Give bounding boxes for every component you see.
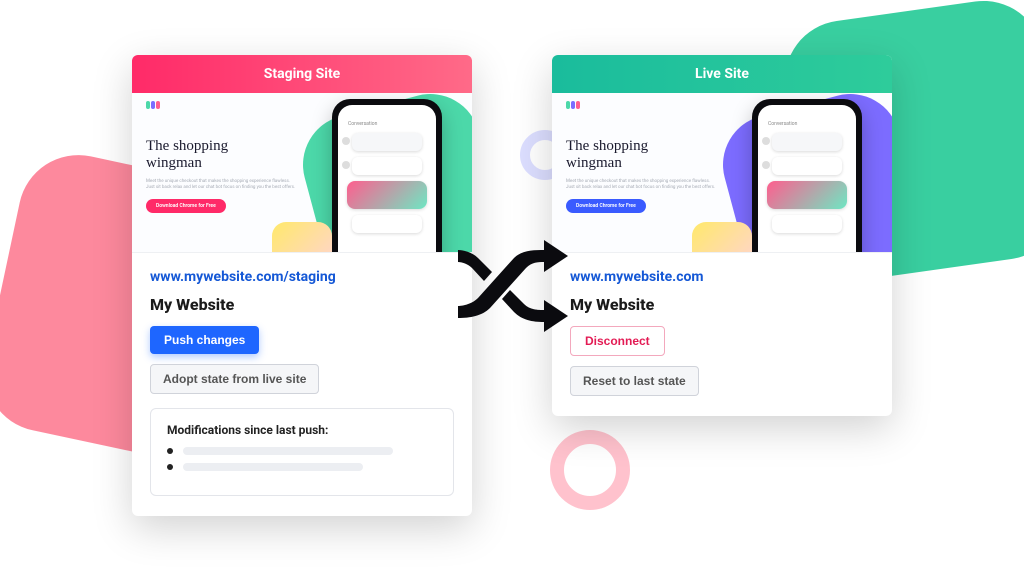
- preview-chat-bubble: [352, 215, 422, 233]
- modifications-panel: Modifications since last push:: [150, 408, 454, 496]
- push-changes-button[interactable]: Push changes: [150, 326, 259, 354]
- preview-cta-button: Download Chrome for Free: [146, 199, 226, 213]
- live-url[interactable]: www.mywebsite.com: [570, 269, 874, 285]
- preview-hero: The shopping wingman Meet the unique che…: [146, 138, 296, 213]
- preview-chat-bubble: [352, 157, 422, 175]
- preview-subtext: Meet the unique checkout that makes the …: [566, 179, 716, 192]
- modifications-title: Modifications since last push:: [167, 423, 437, 437]
- staging-card: Staging Site Conversation The shopping: [132, 55, 472, 516]
- list-item: [167, 463, 437, 471]
- live-card-body: www.mywebsite.com My Website Disconnect …: [552, 253, 892, 416]
- preview-headline-2: wingman: [566, 155, 622, 171]
- preview-phone-mock: Conversation: [752, 99, 862, 253]
- preview-chat-bubble: [772, 157, 842, 175]
- live-header-title: Live Site: [695, 66, 749, 82]
- swap-arrows-icon: [452, 225, 572, 335]
- preview-logo-icon: [566, 101, 580, 109]
- preview-corner-card: [272, 222, 332, 253]
- staging-url[interactable]: www.mywebsite.com/staging: [150, 269, 454, 285]
- preview-hero: The shopping wingman Meet the unique che…: [566, 138, 716, 213]
- preview-phone-mock: Conversation: [332, 99, 442, 253]
- live-card-header: Live Site: [552, 55, 892, 93]
- preview-headline-1: The shopping: [146, 138, 228, 154]
- live-card: Live Site Conversation The shopping: [552, 55, 892, 416]
- preview-logo-icon: [146, 101, 160, 109]
- staging-card-body: www.mywebsite.com/staging My Website Pus…: [132, 253, 472, 516]
- preview-headline-1: The shopping: [566, 138, 648, 154]
- live-site-title: My Website: [570, 295, 874, 314]
- preview-chat-bubble: [772, 133, 842, 151]
- disconnect-button[interactable]: Disconnect: [570, 326, 665, 356]
- preview-chat-card: [767, 181, 847, 209]
- adopt-state-button[interactable]: Adopt state from live site: [150, 364, 319, 394]
- staging-header-title: Staging Site: [264, 66, 341, 82]
- staging-card-header: Staging Site: [132, 55, 472, 93]
- staging-site-preview: Conversation The shopping wingman Meet t…: [132, 93, 472, 253]
- preview-subtext: Meet the unique checkout that makes the …: [146, 179, 296, 192]
- preview-chat-bubble: [772, 215, 842, 233]
- preview-chat-title: Conversation: [768, 121, 797, 127]
- modifications-list: [167, 447, 437, 471]
- preview-cta-button: Download Chrome for Free: [566, 199, 646, 213]
- preview-corner-card: [692, 222, 752, 253]
- preview-chat-bubble: [352, 133, 422, 151]
- preview-chat-card: [347, 181, 427, 209]
- staging-site-title: My Website: [150, 295, 454, 314]
- list-item: [167, 447, 437, 455]
- preview-chat-title: Conversation: [348, 121, 377, 127]
- preview-headline-2: wingman: [146, 155, 202, 171]
- reset-state-button[interactable]: Reset to last state: [570, 366, 699, 396]
- live-site-preview: Conversation The shopping wingman Meet t…: [552, 93, 892, 253]
